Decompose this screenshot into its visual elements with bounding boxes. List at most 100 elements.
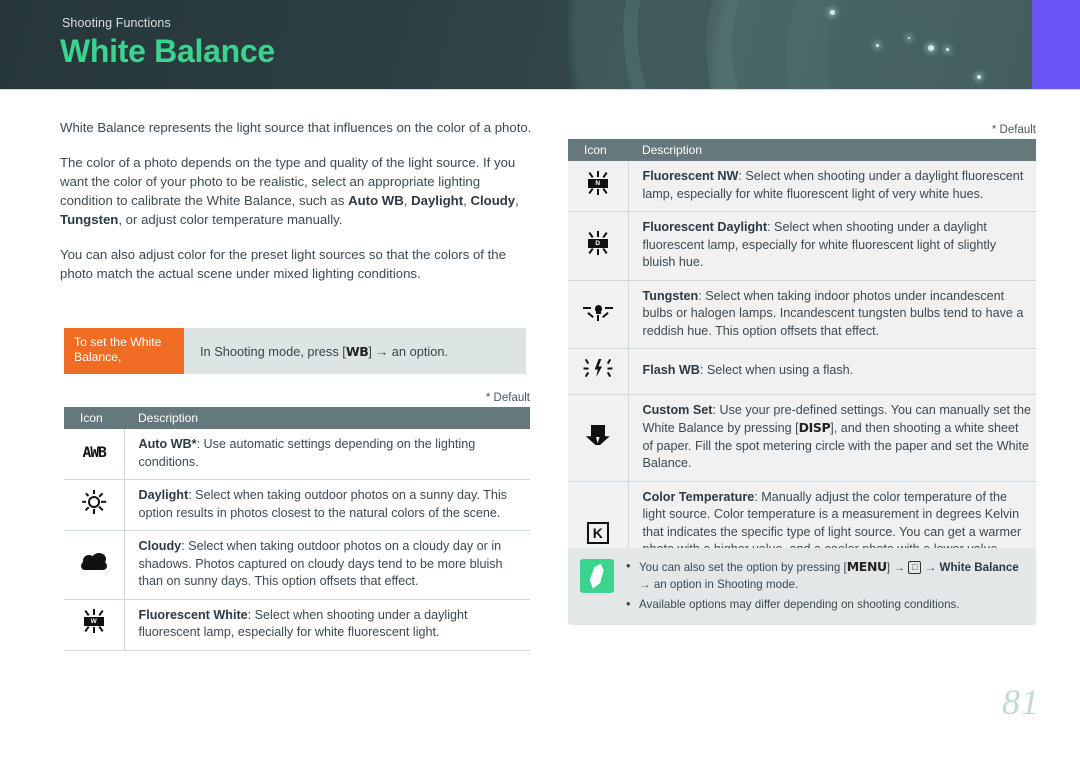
lamp-ray <box>588 171 594 178</box>
option-text: : Select when taking outdoor photos on a… <box>138 488 507 520</box>
table-header-row: Icon Description <box>64 407 530 429</box>
column-header-icon: Icon <box>568 139 628 161</box>
set-white-balance-callout: To set the White Balance, In Shooting mo… <box>64 328 526 374</box>
kelvin-icon: K <box>586 521 609 544</box>
breadcrumb: Shooting Functions <box>62 16 171 30</box>
lamp-body: N <box>587 178 608 188</box>
camera-mode-icon: □ <box>908 561 922 574</box>
header-sparkle <box>876 44 879 47</box>
header-sparkle <box>928 45 934 51</box>
lamp-ray <box>602 231 608 238</box>
bulb-base <box>595 311 601 314</box>
row-icon-cell: AWB <box>64 429 125 480</box>
option-term: Color Temperature <box>642 489 755 504</box>
fluorescent-nw-icon: N <box>583 170 613 196</box>
page-header: Shooting Functions White Balance <box>0 0 1080 90</box>
lamp-ray <box>84 610 90 617</box>
custom-square <box>590 425 605 438</box>
column-header-description: Description <box>124 407 530 429</box>
custom-chevrons <box>585 436 610 446</box>
row-description-cell: Tungsten: Select when taking indoor phot… <box>628 280 1036 349</box>
white-balance-table-right: Icon Description N Fluorescent NW: Selec… <box>568 139 1036 586</box>
flash-spark <box>583 367 589 370</box>
table-row: Custom Set: Use your pre-defined setting… <box>568 394 1036 482</box>
callout-text-pre: In Shooting mode, press [ <box>200 343 346 359</box>
table-row: Cloudy: Select when taking outdoor photo… <box>64 530 530 600</box>
row-description-cell: Daylight: Select when taking outdoor pho… <box>124 479 530 531</box>
option-term: Daylight <box>138 488 189 502</box>
lamp-body: D <box>587 238 608 248</box>
note-text-a: You can also set the option by pressing … <box>639 561 847 574</box>
lamp-ray <box>602 171 608 178</box>
bulb-ray <box>586 312 594 319</box>
callout-text-post: ] → an option. <box>368 343 449 359</box>
page-number: 81 <box>1002 682 1040 722</box>
header-accent-bar <box>1032 0 1080 90</box>
tip-note-box: You can also set the option by pressing … <box>568 548 1036 625</box>
row-description-cell: Cloudy: Select when taking outdoor photo… <box>124 530 530 600</box>
option-term: Fluorescent Daylight <box>642 220 768 234</box>
lamp-ray <box>588 247 594 254</box>
table-row: D Fluorescent Daylight: Select when shoo… <box>568 211 1036 281</box>
header-swoosh-inner <box>573 0 1080 90</box>
row-icon-cell <box>64 530 125 600</box>
row-description-cell: Flash WB: Select when using a flash. <box>628 348 1036 395</box>
row-description-cell: Custom Set: Use your pre-defined setting… <box>628 394 1036 482</box>
list-item: You can also set the option by pressing … <box>626 558 1022 593</box>
note-text-b: ] → <box>886 561 909 574</box>
callout-tag-label: To set the White Balance, <box>64 328 184 374</box>
list-item: Available options may differ depending o… <box>626 596 1022 614</box>
table-row: Tungsten: Select when taking indoor phot… <box>568 280 1036 349</box>
sun-icon <box>81 489 106 514</box>
right-table-surface: Icon Description N Fluorescent NW: Selec… <box>568 139 1036 586</box>
lamp-ray <box>98 626 104 633</box>
header-sparkle <box>977 75 981 79</box>
intro-paragraph-2: The color of a photo depends on the type… <box>60 153 536 229</box>
term-cloudy: Cloudy <box>470 193 516 208</box>
lamp-ray <box>588 187 594 194</box>
option-term: Tungsten <box>642 288 699 303</box>
row-icon-cell <box>64 479 125 531</box>
lightning-bolt <box>594 359 603 377</box>
custom-set-icon <box>585 423 611 446</box>
lamp-ray <box>92 609 95 616</box>
tungsten-icon <box>582 300 613 322</box>
default-note-left: * Default <box>485 392 530 404</box>
disp-key-glyph: DISP <box>798 420 831 435</box>
table-row: Flash WB: Select when using a flash. <box>568 348 1036 395</box>
fluorescent-white-icon: W <box>79 608 109 634</box>
left-table-block: * Default Icon Description AWB Auto WB*:… <box>64 392 530 651</box>
option-text: : Select when taking indoor photos under… <box>642 288 1024 338</box>
header-sparkle <box>908 37 910 39</box>
option-term: Custom Set <box>642 402 713 417</box>
lamp-ray <box>596 188 599 195</box>
row-description-cell: Auto WB*: Use automatic settings dependi… <box>124 429 530 480</box>
row-icon-cell: N <box>568 161 629 212</box>
lamp-ray <box>588 231 594 238</box>
bulb-ray <box>596 315 599 321</box>
term-daylight: Daylight <box>411 193 464 208</box>
bulb-ray <box>604 307 613 310</box>
flash-icon <box>583 356 613 380</box>
option-text: : Select when using a flash. <box>699 363 854 377</box>
cloud-icon <box>79 552 109 572</box>
row-icon-cell <box>568 280 629 349</box>
row-description-cell: Fluorescent NW: Select when shooting und… <box>628 161 1036 212</box>
table-row: W Fluorescent White: Select when shootin… <box>64 599 530 651</box>
header-sparkle <box>946 48 949 51</box>
row-description-cell: Fluorescent White: Select when shooting … <box>124 599 530 651</box>
table-header-row: Icon Description <box>568 139 1036 161</box>
cloud-base <box>80 560 107 570</box>
option-term: Auto WB* <box>138 437 197 451</box>
column-header-icon: Icon <box>64 407 124 429</box>
lamp-ray <box>98 610 104 617</box>
fluorescent-daylight-icon: D <box>583 230 613 256</box>
option-term: Fluorescent NW <box>642 169 739 183</box>
lamp-body: W <box>83 617 104 627</box>
lamp-ray <box>602 187 608 194</box>
lamp-ray <box>596 230 599 237</box>
option-text: : Select when taking outdoor photos on a… <box>138 539 503 588</box>
flash-spark <box>606 371 611 378</box>
table-row: N Fluorescent NW: Select when shooting u… <box>568 161 1036 212</box>
white-balance-table-left: Icon Description AWB Auto WB*: Use autom… <box>64 407 530 651</box>
